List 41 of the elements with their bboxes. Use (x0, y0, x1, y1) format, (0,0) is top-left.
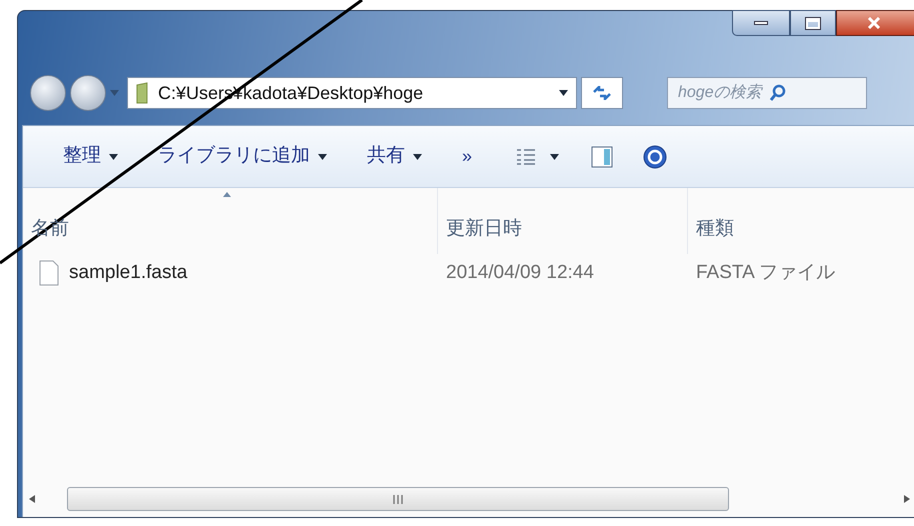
maximize-button[interactable] (790, 10, 836, 36)
toolbar-menu[interactable]: 整理 (63, 142, 118, 171)
file-icon (39, 260, 59, 286)
view-options-button[interactable] (516, 148, 560, 166)
close-button[interactable] (836, 10, 914, 36)
caret-icon (559, 90, 568, 96)
details-view-icon (516, 148, 536, 166)
minimize-icon (754, 21, 768, 25)
forward-button[interactable] (70, 75, 106, 111)
scrollbar-thumb[interactable] (67, 487, 729, 511)
toolbar-menu[interactable]: ライブラリに追加 (158, 142, 327, 171)
folder-icon (136, 82, 150, 104)
file-name: sample1.fasta (69, 260, 188, 285)
caret-icon (550, 154, 560, 160)
help-button[interactable] (643, 144, 668, 168)
toolbar-menu[interactable]: 共有 (367, 142, 422, 171)
caret-icon (110, 90, 119, 96)
help-icon (643, 144, 668, 168)
caret-icon (413, 154, 422, 160)
search-icon (769, 84, 787, 102)
caret-icon (318, 154, 327, 160)
modified-date: 2014/04/09 12:44 (445, 260, 595, 285)
preview-pane-icon (591, 146, 614, 168)
caret-icon (109, 154, 118, 160)
minimize-button[interactable] (732, 10, 790, 36)
column-header[interactable]: 更新日時 (438, 188, 688, 254)
more-button[interactable]: » (462, 143, 472, 170)
refresh-button[interactable] (581, 77, 623, 109)
search-field[interactable]: hogeの検索 (667, 77, 867, 109)
maximize-icon (806, 18, 820, 28)
column-header[interactable]: 種類 (688, 188, 914, 254)
file-row[interactable]: sample1.fasta 2014/04/09 12:44 FASTA ファイル (23, 254, 914, 292)
preview-pane-button[interactable] (591, 146, 614, 168)
file-type: FASTA ファイル (695, 260, 836, 285)
scroll-right-icon[interactable] (904, 495, 910, 503)
close-icon (867, 17, 881, 29)
grip-icon (393, 494, 403, 504)
refresh-icon (592, 86, 612, 100)
back-button[interactable] (30, 75, 66, 111)
scroll-left-icon[interactable] (29, 495, 35, 503)
column-header[interactable]: 名前 (23, 188, 438, 254)
